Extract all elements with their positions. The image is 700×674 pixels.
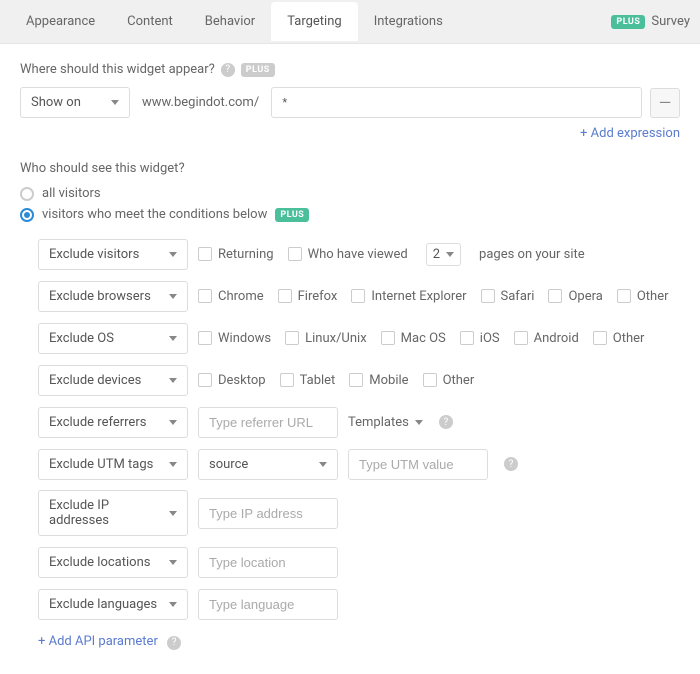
show-on-select[interactable]: Show on (20, 87, 130, 118)
tab-appearance[interactable]: Appearance (10, 2, 111, 41)
help-icon[interactable]: ? (504, 457, 518, 471)
chevron-down-icon (169, 511, 177, 516)
chk-os-android[interactable]: Android (514, 331, 579, 346)
plus-badge: PLUS (275, 208, 309, 222)
remove-rule-button[interactable]: — (650, 88, 680, 118)
chk-device-desktop[interactable]: Desktop (198, 373, 266, 388)
exclude-languages-select[interactable]: Exclude languages (38, 589, 188, 620)
exclude-referrers-select[interactable]: Exclude referrers (38, 407, 188, 438)
utm-value-input[interactable] (348, 449, 488, 480)
chk-browser-opera[interactable]: Opera (548, 289, 602, 304)
chk-device-other[interactable]: Other (423, 373, 475, 388)
chk-browser-safari[interactable]: Safari (481, 289, 535, 304)
add-api-parameter-link[interactable]: + Add API parameter (38, 634, 158, 649)
plus-badge: PLUS (611, 15, 645, 29)
templates-dropdown[interactable]: Templates (348, 415, 423, 430)
radio-conditions[interactable]: visitors who meet the conditions below P… (20, 207, 680, 222)
chevron-down-icon (446, 252, 454, 257)
chevron-down-icon (169, 378, 177, 383)
chk-os-linuxunix[interactable]: Linux/Unix (285, 331, 367, 346)
chevron-down-icon (415, 420, 423, 425)
utm-source-select[interactable]: source (198, 449, 338, 480)
referrer-url-input[interactable] (198, 407, 338, 438)
page-count-select[interactable]: 2 (426, 243, 461, 266)
exclude-browsers-select[interactable]: Exclude browsers (38, 281, 188, 312)
ip-input[interactable] (198, 498, 338, 529)
chevron-down-icon (169, 462, 177, 467)
chevron-down-icon (169, 560, 177, 565)
chk-who-viewed[interactable]: Who have viewed (288, 247, 408, 262)
chevron-down-icon (169, 602, 177, 607)
chk-browser-firefox[interactable]: Firefox (278, 289, 338, 304)
help-icon[interactable]: ? (167, 636, 181, 650)
chevron-down-icon (319, 462, 327, 467)
location-input[interactable] (198, 547, 338, 578)
exclude-devices-select[interactable]: Exclude devices (38, 365, 188, 396)
radio-icon (20, 187, 34, 201)
chk-device-tablet[interactable]: Tablet (280, 373, 336, 388)
radio-all-visitors[interactable]: all visitors (20, 186, 680, 201)
chk-returning[interactable]: Returning (198, 247, 274, 262)
tab-content[interactable]: Content (111, 2, 189, 41)
tab-behavior[interactable]: Behavior (189, 2, 271, 41)
section-where-title: Where should this widget appear? ? PLUS (20, 62, 680, 77)
domain-label: www.begindot.com/ (138, 95, 263, 110)
chk-os-windows[interactable]: Windows (198, 331, 271, 346)
chk-device-mobile[interactable]: Mobile (349, 373, 408, 388)
section-who-title: Who should see this widget? (20, 161, 680, 176)
add-expression-link[interactable]: + Add expression (580, 126, 680, 141)
exclude-locations-select[interactable]: Exclude locations (38, 547, 188, 578)
language-input[interactable] (198, 589, 338, 620)
chk-os-other[interactable]: Other (593, 331, 645, 346)
help-icon[interactable]: ? (439, 415, 453, 429)
chevron-down-icon (169, 252, 177, 257)
chevron-down-icon (169, 336, 177, 341)
chk-os-macos[interactable]: Mac OS (381, 331, 446, 346)
chevron-down-icon (169, 294, 177, 299)
plus-badge-gray: PLUS (241, 63, 275, 77)
tabs-bar: Appearance Content Behavior Targeting In… (0, 0, 700, 44)
chk-browser-internetexplorer[interactable]: Internet Explorer (351, 289, 466, 304)
help-icon[interactable]: ? (221, 63, 235, 77)
chevron-down-icon (169, 420, 177, 425)
tab-targeting[interactable]: Targeting (271, 2, 357, 41)
exclude-visitors-select[interactable]: Exclude visitors (38, 239, 188, 270)
chk-browser-chrome[interactable]: Chrome (198, 289, 264, 304)
exclude-utm-select[interactable]: Exclude UTM tags (38, 449, 188, 480)
url-pattern-input[interactable] (271, 87, 642, 118)
chk-os-ios[interactable]: iOS (460, 331, 500, 346)
radio-icon (20, 208, 34, 222)
survey-label: Survey (651, 14, 690, 29)
exclude-os-select[interactable]: Exclude OS (38, 323, 188, 354)
pages-suffix: pages on your site (479, 247, 585, 262)
exclude-ip-select[interactable]: Exclude IP addresses (38, 490, 188, 536)
chk-browser-other[interactable]: Other (617, 289, 669, 304)
chevron-down-icon (111, 100, 119, 105)
tab-integrations[interactable]: Integrations (358, 2, 459, 41)
